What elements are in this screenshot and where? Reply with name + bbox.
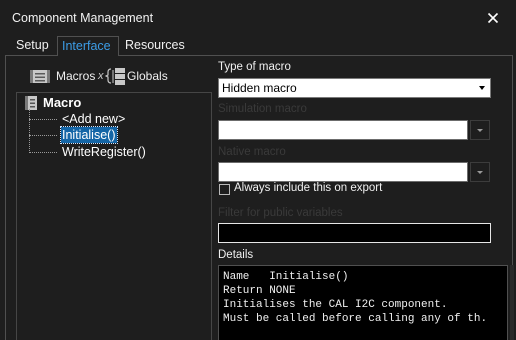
tree-connector xyxy=(29,109,30,153)
tree-branch-line xyxy=(29,135,57,136)
tree-item-label: WriteRegister() xyxy=(62,145,146,159)
tree-root-label: Macro xyxy=(43,95,82,110)
globals-tree-icon xyxy=(105,68,125,85)
globals-label: Globals xyxy=(127,69,168,83)
tab-bar: Setup Interface Resources xyxy=(0,36,516,56)
macros-label: Macros xyxy=(56,69,96,83)
type-of-macro-value: Hidden macro xyxy=(222,81,297,95)
chevron-down-icon xyxy=(477,129,483,132)
filter-input[interactable] xyxy=(218,223,491,243)
tab-resources[interactable]: Resources xyxy=(125,36,185,56)
always-include-label: Always include this on export xyxy=(234,182,383,194)
chevron-down-icon xyxy=(479,86,485,90)
always-include-checkbox[interactable] xyxy=(219,184,230,195)
native-macro-dropdown[interactable] xyxy=(470,162,490,182)
details-line: Must be called before calling any of th. xyxy=(223,313,488,325)
chevron-down-icon xyxy=(477,171,483,174)
native-macro-input[interactable] xyxy=(218,162,468,182)
macro-tree: Macro <Add new> Initialise() WriteRegist… xyxy=(16,92,212,340)
details-line: Return NONE xyxy=(223,285,296,297)
type-of-macro-select[interactable]: Hidden macro xyxy=(218,78,491,98)
details-textbox[interactable]: Name Initialise() Return NONE Initialise… xyxy=(218,265,508,340)
details-scrollbar[interactable] xyxy=(510,265,514,340)
window-title: Component Management xyxy=(12,11,154,25)
macro-list-icon xyxy=(25,96,37,110)
type-of-macro-label: Type of macro xyxy=(218,61,291,73)
macros-icon xyxy=(30,70,50,83)
tree-branch-line xyxy=(29,119,57,120)
details-label: Details xyxy=(218,249,254,261)
tree-branch-line xyxy=(29,152,57,153)
simulation-macro-dropdown[interactable] xyxy=(470,120,490,140)
title-bar: Component Management xyxy=(0,0,516,36)
tree-item-label: Initialise() xyxy=(60,126,118,144)
close-icon[interactable] xyxy=(484,9,502,27)
native-macro-label: Native macro xyxy=(218,146,286,158)
tab-interface[interactable]: Interface xyxy=(57,36,119,56)
details-line: Initialises the CAL I2C component. xyxy=(223,299,448,311)
globals-prefix: x xyxy=(98,70,104,82)
simulation-macro-label: Simulation macro xyxy=(218,103,307,115)
tab-setup[interactable]: Setup xyxy=(16,36,49,56)
filter-label: Filter for public variables xyxy=(218,207,343,219)
details-line: Name Initialise() xyxy=(223,271,349,283)
tree-item-label: <Add new> xyxy=(62,112,126,126)
simulation-macro-input[interactable] xyxy=(218,120,468,140)
